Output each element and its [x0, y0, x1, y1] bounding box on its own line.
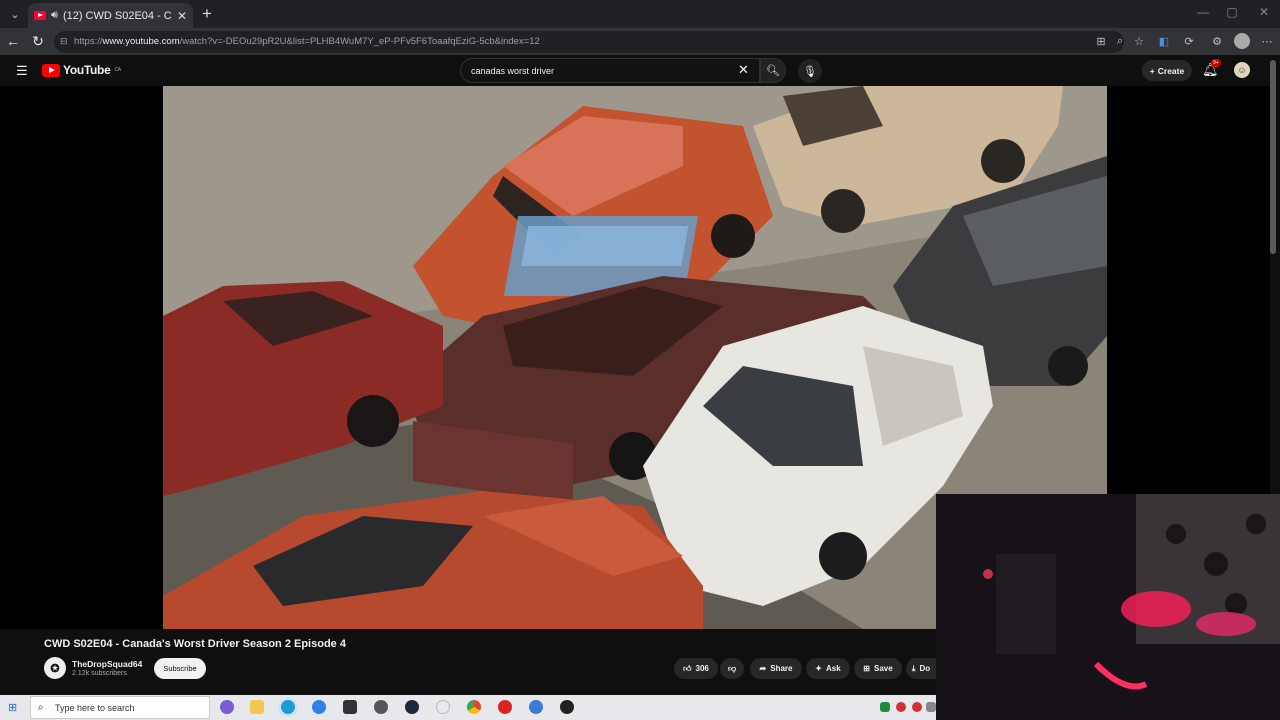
app-icon-dark[interactable] — [343, 700, 357, 714]
ask-label: Ask — [826, 664, 841, 673]
save-playlist-icon: ⊞ — [863, 664, 870, 673]
clear-search-icon[interactable]: ✕ — [738, 62, 749, 78]
channel-subscribers: 2.12k subscribers — [72, 670, 127, 677]
url-path: /watch?v=-DEOu29pR2U&list=PLHB4WuM7Y_eP-… — [179, 36, 540, 47]
extension-icon[interactable]: ◧ — [1157, 35, 1171, 48]
account-avatar[interactable]: ☺ — [1234, 62, 1250, 78]
collections-icon[interactable]: ⚙ — [1210, 35, 1224, 48]
blue-app-icon[interactable] — [529, 700, 543, 714]
sparkle-icon: ✦ — [815, 664, 822, 673]
channel-avatar[interactable]: ✪ — [44, 657, 66, 679]
hamburger-menu-icon[interactable]: ☰ — [16, 63, 28, 79]
favorite-star-icon[interactable]: ☆ — [1132, 35, 1146, 48]
tray-icon-red[interactable] — [896, 702, 906, 712]
app-icon-light[interactable] — [436, 700, 450, 714]
file-explorer-icon[interactable] — [250, 700, 264, 714]
save-label: Save — [874, 664, 893, 673]
taskbar-search-placeholder: Type here to search — [55, 703, 135, 713]
share-button[interactable]: ➦ Share — [750, 658, 802, 679]
download-label: Do — [919, 664, 931, 673]
thumbs-up-icon: 👍︎ — [683, 663, 692, 673]
url-field[interactable]: ⊟ https://www.youtube.com/watch?v=-DEOu2… — [54, 31, 1124, 53]
refresh-extension-icon[interactable]: ⟳ — [1182, 35, 1196, 48]
new-tab-button[interactable]: + — [198, 4, 216, 24]
webcam-image — [936, 494, 1280, 720]
save-button[interactable]: ⊞ Save — [854, 658, 902, 679]
site-info-icon[interactable]: ⊟ — [60, 36, 68, 47]
youtube-header: ☰ YouTube CA canadas worst driver ✕ 🔍︎ 🎙︎… — [0, 55, 1280, 86]
close-window-icon[interactable]: ✕ — [1254, 5, 1274, 19]
settings-gear-icon[interactable] — [374, 700, 388, 714]
tab-youtube[interactable]: 🔊︎ (12) CWD S02E04 - Canada's W ✕ — [28, 3, 193, 28]
create-label: Create — [1157, 65, 1185, 76]
chrome-icon[interactable] — [467, 700, 481, 714]
url-prefix: https:// — [74, 36, 103, 47]
logo-region: CA — [114, 67, 121, 73]
url-host: www.youtube.com — [102, 36, 180, 47]
edge-dev-icon[interactable] — [312, 700, 326, 714]
windows-taskbar: ⊞ ⌕ Type here to search — [0, 695, 936, 720]
minimize-icon[interactable]: — — [1193, 5, 1213, 19]
browser-tab-bar: ⌄ 🔊︎ (12) CWD S02E04 - Canada's W ✕ + — … — [0, 0, 1280, 28]
red-app-icon[interactable] — [498, 700, 512, 714]
tab-title: (12) CWD S02E04 - Canada's W — [62, 9, 172, 22]
address-toolbar: ← ↻ ⊟ https://www.youtube.com/watch?v=-D… — [0, 28, 1280, 55]
dislike-button[interactable]: 👎︎ — [720, 658, 744, 679]
taskbar-search-input[interactable]: ⌕ Type here to search — [30, 696, 210, 719]
voice-search-button[interactable]: 🎙︎ — [798, 59, 822, 83]
youtube-logo[interactable]: YouTube CA — [42, 63, 121, 77]
download-icon: ⤓ — [911, 663, 916, 673]
maximize-icon[interactable]: ▢ — [1222, 5, 1242, 19]
youtube-favicon-icon — [34, 11, 46, 20]
ask-button[interactable]: ✦ Ask — [806, 658, 850, 679]
search-icon: 🔍︎ — [766, 65, 780, 77]
create-button[interactable]: + Create — [1142, 60, 1192, 81]
logo-text: YouTube — [63, 63, 111, 77]
tab-close-icon[interactable]: ✕ — [177, 9, 187, 23]
thumbs-down-icon: 👎︎ — [727, 663, 737, 673]
speaker-icon[interactable]: 🔊︎ — [51, 9, 58, 22]
copilot-app-icon[interactable] — [220, 700, 234, 714]
share-label: Share — [770, 664, 793, 673]
obs-icon[interactable] — [560, 700, 574, 714]
profile-avatar-icon[interactable] — [1234, 33, 1250, 49]
tray-icon-gray[interactable] — [926, 702, 936, 712]
page-scrollbar[interactable] — [1270, 60, 1276, 254]
notification-badge: 9+ — [1211, 59, 1221, 67]
steam-icon[interactable] — [405, 700, 419, 714]
search-input[interactable]: canadas worst driver — [460, 58, 760, 83]
back-icon[interactable]: ← — [4, 33, 22, 49]
video-title: CWD S02E04 - Canada's Worst Driver Seaso… — [44, 638, 346, 650]
windows-start-icon[interactable]: ⊞ — [8, 701, 17, 714]
download-button[interactable]: ⤓ Do — [906, 658, 936, 679]
more-menu-icon[interactable]: ⋯ — [1260, 35, 1274, 48]
mic-icon: 🎙︎ — [803, 65, 817, 78]
taskbar-search-icon: ⌕ — [38, 702, 44, 713]
share-icon: ➦ — [759, 664, 767, 673]
channel-name[interactable]: TheDropSquad64 — [72, 659, 142, 669]
plus-icon: + — [1149, 65, 1155, 76]
app-available-icon[interactable]: ⊞ — [1094, 35, 1108, 48]
zoom-icon[interactable]: ⌕ — [1113, 35, 1127, 48]
tray-icon-green[interactable] — [880, 702, 890, 712]
like-count: 306 — [695, 664, 709, 673]
tab-search-chevron-icon[interactable]: ⌄ — [6, 5, 24, 23]
search-button[interactable]: 🔍︎ — [760, 58, 786, 83]
like-button[interactable]: 👍︎ 306 — [674, 658, 718, 679]
webcam-overlay — [936, 494, 1280, 720]
reload-icon[interactable]: ↻ — [29, 33, 47, 50]
tray-icon-red-2[interactable] — [912, 702, 922, 712]
subscribe-button[interactable]: Subscribe — [154, 658, 206, 679]
youtube-play-logo-icon — [42, 63, 60, 77]
edge-browser-icon[interactable] — [281, 700, 295, 714]
